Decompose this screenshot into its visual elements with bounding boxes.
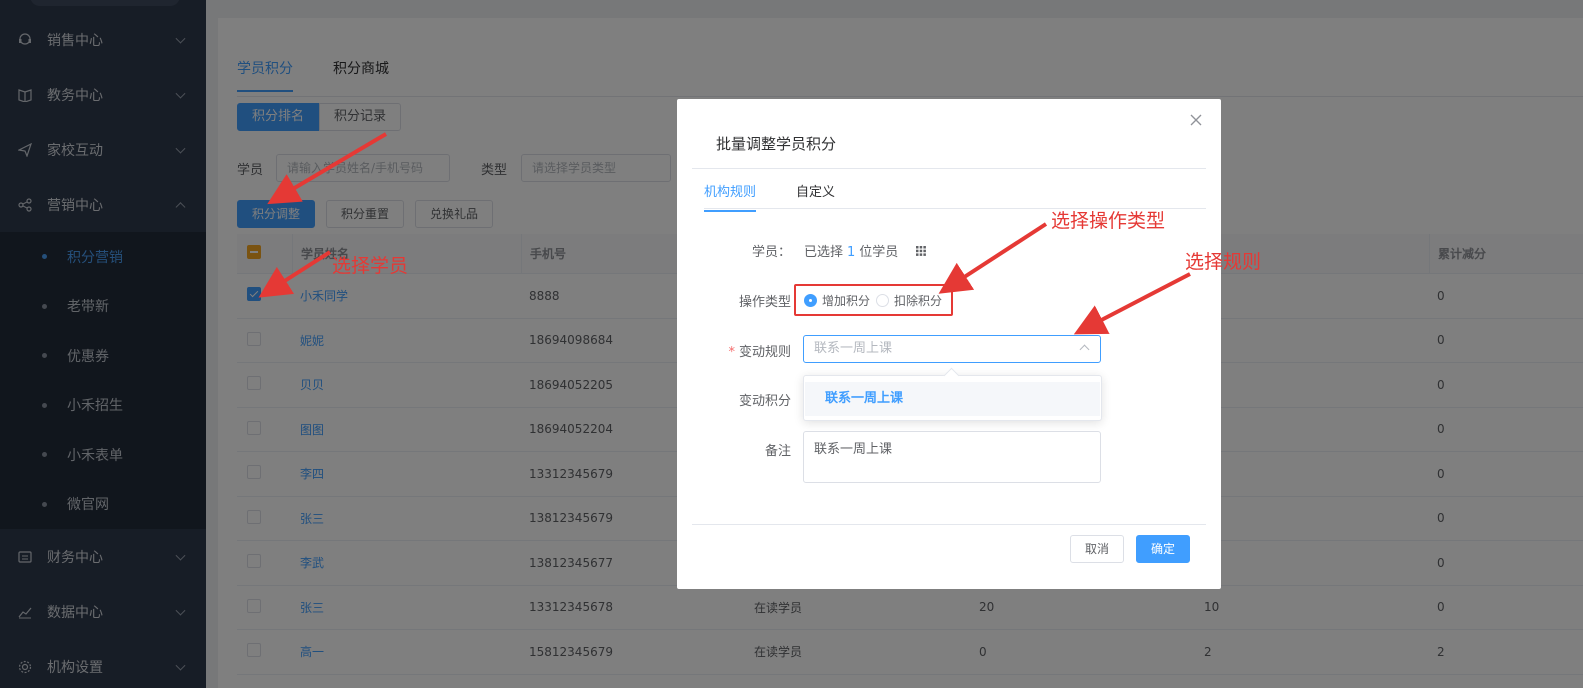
note-label: 备注 (764, 444, 791, 459)
note-textarea[interactable]: 联系一周上课 (803, 431, 1101, 483)
points-change-label: 变动积分 (738, 394, 791, 409)
radio-checked-icon (804, 293, 817, 307)
dialog-title: 批量调整学员积分 (716, 135, 837, 153)
radio-add-points[interactable]: 增加积分 (804, 292, 870, 309)
grid-icon[interactable] (916, 245, 927, 260)
rule-select[interactable]: 联系一周上课 (803, 335, 1101, 363)
dialog-header-divider (692, 168, 1206, 169)
rule-option[interactable]: 联系一周上课 (805, 382, 1100, 416)
adjust-points-dialog: 批量调整学员积分 机构规则 自定义 学员： 已选择 1 位学员 操作类型 增加积分 … (677, 99, 1221, 589)
student-label: 学员： (751, 245, 791, 260)
radio-deduct-label: 扣除积分 (894, 293, 943, 308)
rule-select-value: 联系一周上课 (814, 341, 893, 356)
close-icon[interactable] (1189, 113, 1203, 127)
radio-unchecked-icon (876, 293, 890, 307)
cancel-button[interactable]: 取消 (1069, 535, 1124, 563)
dialog-tabs-divider (704, 208, 1206, 209)
rule-dropdown: 联系一周上课 (803, 375, 1102, 421)
chevron-up-icon (1079, 344, 1090, 355)
rule-label: * 变动规则 (728, 345, 791, 360)
rule-label-text: 变动规则 (738, 345, 791, 360)
selected-suffix: 位学员 (859, 245, 899, 260)
op-type-label: 操作类型 (738, 295, 791, 310)
selected-count: 1 (847, 245, 856, 260)
student-selection: 已选择 1 位学员 (804, 241, 927, 260)
selected-prefix: 已选择 (804, 245, 844, 260)
radio-deduct-points[interactable]: 扣除积分 (876, 292, 942, 309)
op-type-radio-group: 增加积分 扣除积分 (794, 284, 953, 316)
dialog-footer-divider (692, 524, 1206, 525)
confirm-button[interactable]: 确定 (1135, 535, 1190, 563)
radio-add-label: 增加积分 (822, 293, 871, 308)
